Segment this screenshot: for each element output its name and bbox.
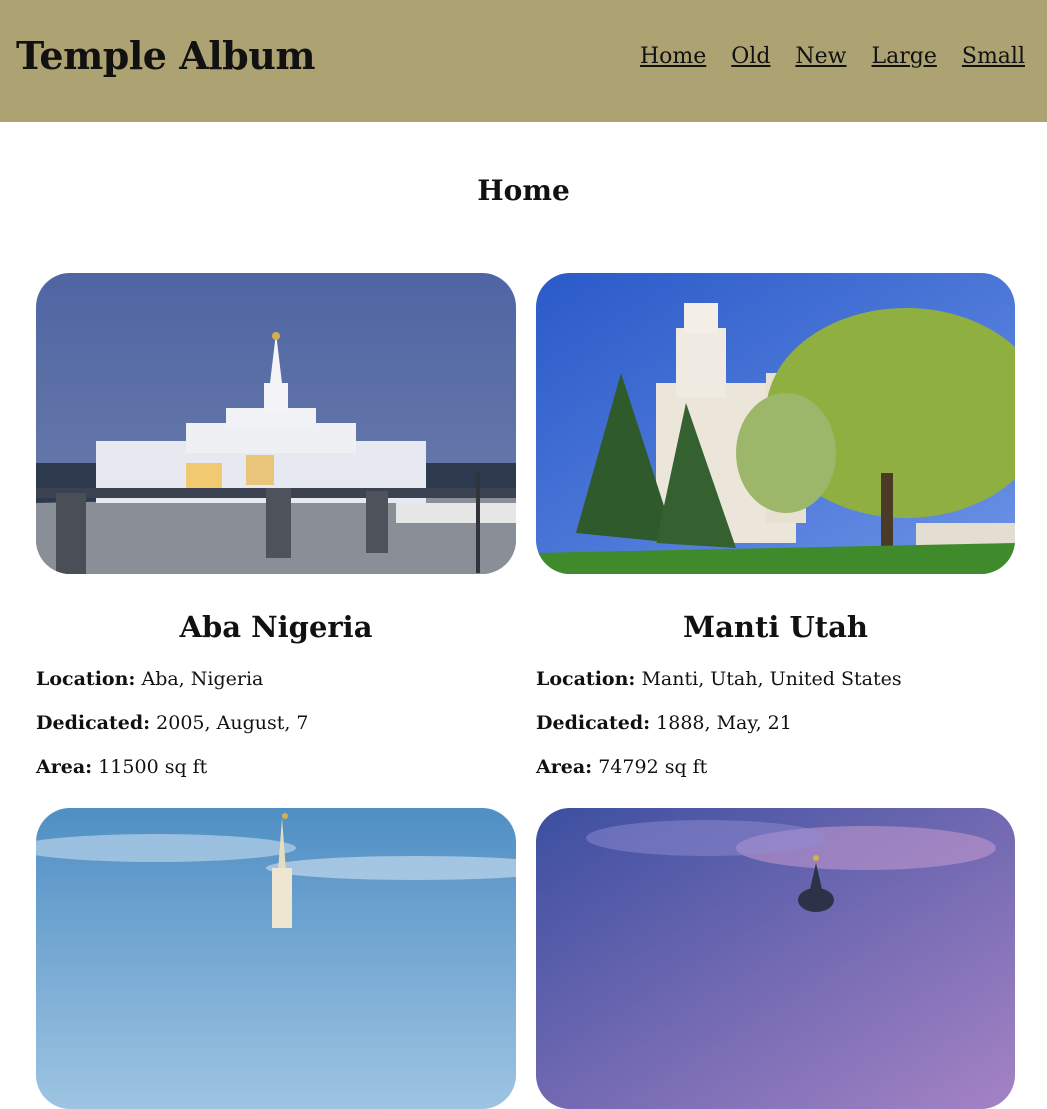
temple-dedicated: Dedicated: 1888, May, 21 xyxy=(536,712,1015,734)
nav-link-small[interactable]: Small xyxy=(962,44,1025,69)
temple-photo-image xyxy=(36,273,516,574)
dedicated-label: Dedicated: xyxy=(36,712,151,734)
area-label: Area: xyxy=(36,756,93,778)
location-value: Aba, Nigeria xyxy=(141,668,264,690)
nav-link-large[interactable]: Large xyxy=(872,44,937,69)
area-value: 74792 sq ft xyxy=(598,756,708,778)
temple-name: Aba Nigeria xyxy=(179,610,373,644)
temple-photo xyxy=(536,273,1015,574)
main-nav: Home Old New Large Small xyxy=(640,44,1025,69)
temple-card: Manti Utah Location: Manti, Utah, United… xyxy=(536,273,1015,778)
area-value: 11500 sq ft xyxy=(98,756,208,778)
temple-location: Location: Aba, Nigeria xyxy=(36,668,516,690)
dedicated-label: Dedicated: xyxy=(536,712,651,734)
temple-name: Manti Utah xyxy=(682,610,869,644)
temple-area: Area: 11500 sq ft xyxy=(36,756,516,778)
site-title: Temple Album xyxy=(16,32,316,78)
area-label: Area: xyxy=(536,756,593,778)
main-content: Home Aba Nigeria Location: Aba, Nigeria … xyxy=(0,174,1047,1109)
page-title: Home xyxy=(477,174,570,207)
temple-photo-image xyxy=(536,808,1015,1109)
temple-photo xyxy=(536,808,1015,1109)
site-header: Temple Album Home Old New Large Small xyxy=(0,0,1047,122)
nav-link-old[interactable]: Old xyxy=(731,44,770,69)
dedicated-value: 2005, August, 7 xyxy=(156,712,309,734)
dedicated-value: 1888, May, 21 xyxy=(656,712,792,734)
temple-card xyxy=(536,808,1015,1109)
temple-photo-image xyxy=(536,273,1015,574)
location-label: Location: xyxy=(36,668,136,690)
temple-card: Aba Nigeria Location: Aba, Nigeria Dedic… xyxy=(36,273,516,778)
temple-grid: Aba Nigeria Location: Aba, Nigeria Dedic… xyxy=(0,273,1047,1109)
temple-photo xyxy=(36,808,516,1109)
temple-location: Location: Manti, Utah, United States xyxy=(536,668,1015,690)
temple-area: Area: 74792 sq ft xyxy=(536,756,1015,778)
temple-card xyxy=(36,808,516,1109)
location-value: Manti, Utah, United States xyxy=(641,668,902,690)
temple-photo xyxy=(36,273,516,574)
nav-link-home[interactable]: Home xyxy=(640,44,706,69)
nav-link-new[interactable]: New xyxy=(795,44,846,69)
temple-photo-image xyxy=(36,808,516,1109)
location-label: Location: xyxy=(536,668,636,690)
temple-dedicated: Dedicated: 2005, August, 7 xyxy=(36,712,516,734)
